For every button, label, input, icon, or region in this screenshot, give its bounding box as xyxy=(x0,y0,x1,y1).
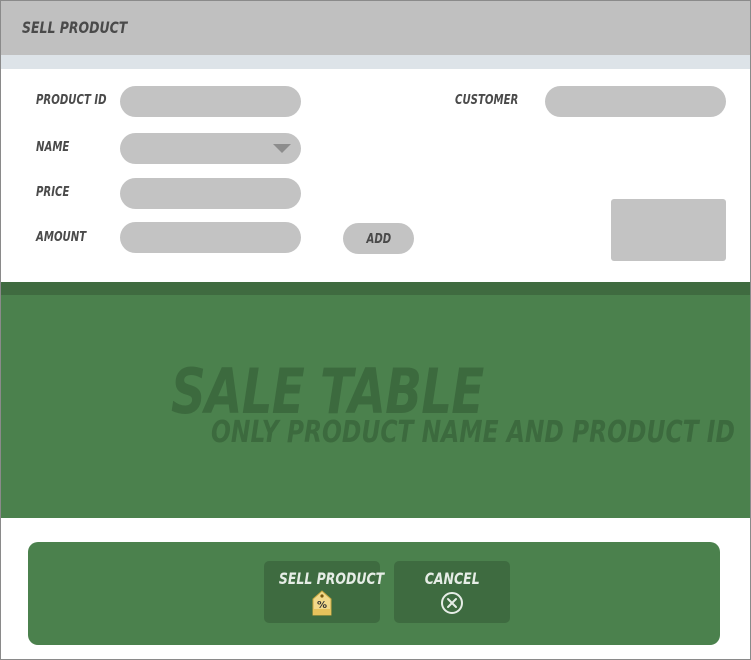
product-id-label: PRODUCT ID xyxy=(36,93,107,108)
window-title: SELL PRODUCT xyxy=(22,18,128,37)
add-button-label: ADD xyxy=(366,232,391,247)
sell-product-button[interactable]: SELL PRODUCT % xyxy=(264,561,384,623)
svg-text:%: % xyxy=(317,600,327,611)
cancel-circle-icon xyxy=(440,591,464,618)
sale-table-subtitle: ONLY PRODUCT NAME AND PRODUCT ID xyxy=(211,415,735,450)
cancel-button[interactable]: CANCEL xyxy=(394,561,510,623)
price-input[interactable] xyxy=(120,178,301,209)
customer-label: CUSTOMER xyxy=(455,93,519,108)
sell-product-window: SELL PRODUCT PRODUCT ID NAME PRICE AMOUN… xyxy=(0,0,751,660)
product-id-input[interactable] xyxy=(120,86,301,117)
add-button[interactable]: ADD xyxy=(343,223,414,254)
amount-input[interactable] xyxy=(120,222,301,253)
price-tag-percent-icon: % xyxy=(311,589,333,620)
product-image-placeholder xyxy=(611,199,726,261)
customer-input[interactable] xyxy=(545,86,726,117)
footer-action-panel: SELL PRODUCT % CANCEL xyxy=(28,542,720,645)
sale-table-header-bar xyxy=(1,282,750,295)
chevron-down-icon xyxy=(273,144,291,153)
cancel-button-label: CANCEL xyxy=(424,569,480,588)
sale-table[interactable]: SALE TABLE ONLY PRODUCT NAME AND PRODUCT… xyxy=(1,295,750,518)
window-titlebar: SELL PRODUCT xyxy=(1,1,750,55)
titlebar-divider xyxy=(1,55,750,69)
sell-product-button-label: SELL PRODUCT xyxy=(278,569,385,588)
amount-label: AMOUNT xyxy=(36,230,87,245)
price-label: PRICE xyxy=(36,185,70,200)
name-dropdown[interactable] xyxy=(120,133,301,164)
name-label: NAME xyxy=(36,140,70,155)
